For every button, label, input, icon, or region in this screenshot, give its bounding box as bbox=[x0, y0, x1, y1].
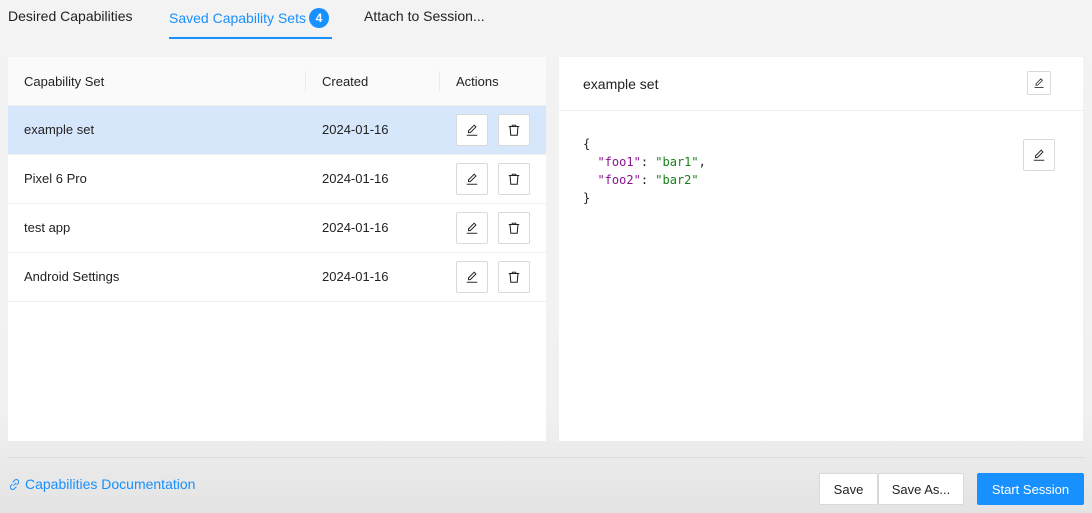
delete-icon bbox=[508, 173, 520, 185]
detail-header: example set bbox=[559, 57, 1083, 111]
table-body: example set 2024-01-16 Pixel 6 Pro 2024-… bbox=[8, 106, 546, 302]
start-session-button[interactable]: Start Session bbox=[977, 473, 1084, 505]
json-brace: } bbox=[583, 191, 591, 205]
json-brace: { bbox=[583, 137, 591, 151]
edit-icon bbox=[466, 124, 478, 136]
created-date: 2024-01-16 bbox=[322, 269, 389, 284]
tab-label: Desired Capabilities bbox=[8, 8, 133, 24]
count-badge: 4 bbox=[308, 8, 329, 28]
delete-icon bbox=[508, 271, 520, 283]
table-row[interactable]: example set 2024-01-16 bbox=[8, 106, 546, 155]
active-tab-indicator bbox=[169, 37, 332, 39]
tab-desired-capabilities[interactable]: Desired Capabilities bbox=[8, 8, 133, 24]
capabilities-json: { "foo1": "bar1", "foo2": "bar2" } bbox=[583, 137, 706, 205]
capability-sets-table: Capability Set Created Actions example s… bbox=[8, 57, 546, 441]
capability-set-name: Android Settings bbox=[24, 269, 120, 284]
save-as-label: Save As... bbox=[891, 481, 951, 497]
save-as-button[interactable]: Save As... bbox=[878, 473, 964, 505]
json-key: "foo1" bbox=[597, 155, 641, 169]
save-label: Save bbox=[833, 481, 864, 497]
edit-icon bbox=[1034, 78, 1044, 88]
edit-json-button[interactable] bbox=[1023, 139, 1055, 171]
delete-icon bbox=[508, 222, 520, 234]
capability-set-detail: example set { "foo1": "bar1", "foo2": "b… bbox=[559, 57, 1083, 441]
capability-set-name: Pixel 6 Pro bbox=[24, 171, 87, 186]
capability-set-name: test app bbox=[24, 220, 71, 235]
capabilities-documentation-link[interactable]: Capabilities Documentation bbox=[8, 476, 195, 492]
edit-button[interactable] bbox=[456, 114, 488, 146]
tab-label: Attach to Session... bbox=[364, 8, 485, 24]
column-header-actions: Actions bbox=[456, 74, 499, 89]
json-value: "bar2" bbox=[655, 173, 699, 187]
json-value: "bar1" bbox=[655, 155, 699, 169]
created-date: 2024-01-16 bbox=[322, 122, 389, 137]
delete-icon bbox=[508, 124, 520, 136]
link-icon bbox=[9, 478, 20, 490]
column-divider bbox=[439, 71, 440, 92]
column-divider bbox=[305, 71, 306, 92]
delete-button[interactable] bbox=[498, 212, 530, 244]
edit-name-button[interactable] bbox=[1027, 71, 1051, 95]
delete-button[interactable] bbox=[498, 163, 530, 195]
column-header-created: Created bbox=[322, 74, 369, 89]
tab-label: Saved Capability Sets bbox=[169, 10, 306, 26]
tab-saved-capability-sets[interactable]: Saved Capability Sets 4 bbox=[169, 8, 329, 28]
table-row[interactable]: Pixel 6 Pro 2024-01-16 bbox=[8, 155, 546, 204]
delete-button[interactable] bbox=[498, 261, 530, 293]
json-key: "foo2" bbox=[597, 173, 641, 187]
edit-icon bbox=[1033, 149, 1045, 161]
capability-set-name: example set bbox=[24, 122, 95, 137]
tab-bar: Desired Capabilities Saved Capability Se… bbox=[0, 0, 1092, 40]
created-date: 2024-01-16 bbox=[322, 220, 389, 235]
edit-icon bbox=[466, 271, 478, 283]
delete-button[interactable] bbox=[498, 114, 530, 146]
created-date: 2024-01-16 bbox=[322, 171, 389, 186]
table-header: Capability Set Created Actions bbox=[8, 57, 546, 106]
json-comma: , bbox=[698, 155, 706, 169]
table-row[interactable]: Android Settings 2024-01-16 bbox=[8, 253, 546, 302]
edit-icon bbox=[466, 173, 478, 185]
detail-title: example set bbox=[583, 76, 659, 92]
save-button[interactable]: Save bbox=[819, 473, 878, 505]
start-session-label: Start Session bbox=[991, 481, 1070, 497]
doc-link-label: Capabilities Documentation bbox=[25, 476, 196, 492]
edit-button[interactable] bbox=[456, 212, 488, 244]
edit-icon bbox=[466, 222, 478, 234]
table-row[interactable]: test app 2024-01-16 bbox=[8, 204, 546, 253]
column-header-capability-set: Capability Set bbox=[24, 74, 105, 89]
edit-button[interactable] bbox=[456, 261, 488, 293]
footer-divider bbox=[8, 457, 1084, 458]
edit-button[interactable] bbox=[456, 163, 488, 195]
tab-attach-to-session[interactable]: Attach to Session... bbox=[364, 8, 485, 24]
